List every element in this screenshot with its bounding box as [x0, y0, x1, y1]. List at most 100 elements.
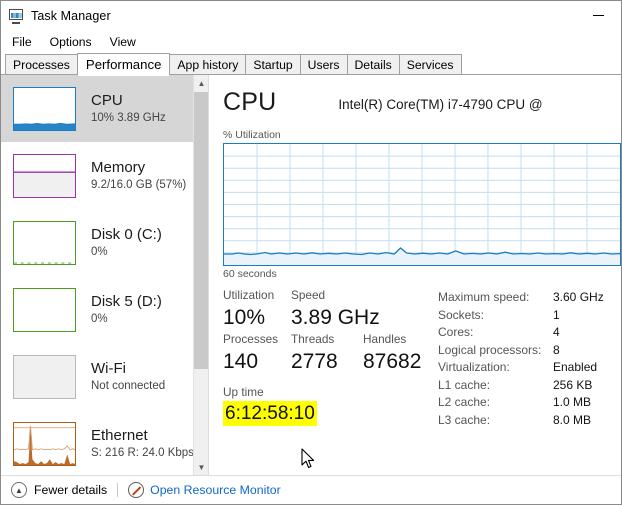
cpu-stats-area: Utilization 10% Speed 3.89 GHz Processes… — [223, 287, 621, 429]
menu-item-file[interactable]: File — [8, 33, 41, 51]
menu-bar: File Options View — [1, 30, 621, 53]
stat-speed: Speed 3.89 GHz — [291, 287, 380, 331]
spec-key-virtualization: Virtualization: — [438, 360, 510, 374]
spec-row-maximum-speed: Maximum speed: 3.60 GHz — [438, 289, 604, 307]
sidebar-item-wifi-title: Wi-Fi — [91, 360, 126, 377]
task-manager-icon — [8, 8, 24, 24]
spec-value-logical-processors: 8 — [553, 342, 560, 357]
open-resource-monitor-link[interactable]: Open Resource Monitor — [150, 483, 281, 497]
sidebar-item-wifi-sub: Not connected — [91, 380, 166, 392]
menu-item-view[interactable]: View — [106, 33, 145, 51]
tab-services[interactable]: Services — [398, 54, 462, 75]
spec-row-sockets: Sockets: 1 — [438, 307, 604, 325]
tab-details[interactable]: Details — [346, 54, 400, 75]
chevron-up-icon[interactable]: ▲ — [11, 482, 27, 498]
graph-y-axis-label: % Utilization — [223, 129, 281, 141]
tab-processes[interactable]: Processes — [5, 54, 78, 75]
stat-threads: Threads 2778 — [291, 331, 363, 375]
sidebar-item-wifi[interactable]: Wi-Fi Not connected — [1, 343, 194, 410]
wifi-mini-graph — [13, 354, 76, 399]
spec-row-virtualization: Virtualization: Enabled — [438, 359, 604, 377]
stats-row-2: Processes 140 Threads 2778 Handles 87682 — [223, 331, 428, 375]
menu-item-options[interactable]: Options — [46, 33, 101, 51]
sidebar-item-cpu-title: CPU — [91, 92, 123, 109]
tab-users[interactable]: Users — [299, 54, 348, 75]
spec-value-l1-cache: 256 KB — [553, 377, 593, 392]
cpu-mini-graph — [13, 86, 76, 131]
stats-row-1: Utilization 10% Speed 3.89 GHz — [223, 287, 428, 331]
sidebar-item-disk-0-text: Disk 0 (C:) 0% — [91, 225, 162, 260]
cpu-utilization-graph — [223, 143, 621, 266]
tab-app-history[interactable]: App history — [169, 54, 247, 75]
sidebar-item-ethernet-1[interactable]: Ethernet S: 216 R: 24.0 Kbps — [1, 410, 194, 475]
disk0-mini-graph — [13, 220, 76, 265]
sidebar-item-disk-0-sub: 0% — [91, 246, 108, 258]
stat-handles-caption: Handles — [363, 332, 407, 346]
stat-utilization: Utilization 10% — [223, 287, 291, 331]
sidebar-item-memory-title: Memory — [91, 159, 146, 176]
spec-value-maximum-speed: 3.60 GHz — [553, 290, 604, 304]
sidebar-item-disk-5[interactable]: Disk 5 (D:) 0% — [1, 276, 194, 343]
uptime-caption: Up time — [223, 385, 264, 399]
title-bar: Task Manager — [1, 1, 621, 30]
sidebar-item-memory[interactable]: Memory 9.2/16.0 GB (57%) — [1, 142, 194, 209]
spec-value-cores: 4 — [553, 325, 560, 339]
spec-key-l3-cache: L3 cache: — [438, 412, 491, 427]
stat-threads-value: 2778 — [291, 350, 338, 373]
spec-row-l3-cache: L3 cache: 8.0 MB — [438, 412, 604, 430]
sidebar-item-disk-5-sub: 0% — [91, 313, 108, 325]
stat-speed-value: 3.89 GHz — [291, 306, 380, 329]
sidebar-item-memory-sub: 9.2/16.0 GB (57%) — [91, 179, 187, 191]
tab-startup[interactable]: Startup — [245, 54, 301, 75]
stat-threads-caption: Threads — [291, 332, 335, 346]
disk5-mini-graph — [13, 287, 76, 332]
ethernet-mini-graph — [13, 421, 76, 466]
spec-key-maximum-speed: Maximum speed: — [438, 290, 530, 304]
uptime-value: 6:12:58:10 — [223, 401, 317, 426]
scrollbar-thumb[interactable] — [194, 92, 208, 369]
spec-row-l1-cache: L1 cache: 256 KB — [438, 377, 604, 395]
sidebar-item-disk-5-title: Disk 5 (D:) — [91, 293, 162, 310]
stat-utilization-value: 10% — [223, 306, 266, 329]
sidebar-scrollbar[interactable]: ▲ ▼ — [193, 75, 208, 475]
task-manager-window: Task Manager File Options View Processes… — [0, 0, 622, 505]
sidebar-item-memory-text: Memory 9.2/16.0 GB (57%) — [91, 158, 186, 193]
cpu-header: CPU Intel(R) Core(TM) i7-4790 CPU @ — [223, 87, 621, 127]
graph-x-axis-label: 60 seconds — [223, 268, 277, 280]
spec-row-logical-processors: Logical processors: 8 — [438, 342, 604, 360]
spec-key-l2-cache: L2 cache: — [438, 395, 491, 409]
stat-speed-caption: Speed — [291, 288, 326, 302]
sidebar-item-disk-0[interactable]: Disk 0 (C:) 0% — [1, 209, 194, 276]
sidebar-item-ethernet-1-title: Ethernet — [91, 427, 148, 444]
stat-processes: Processes 140 — [223, 331, 291, 375]
minimize-button[interactable] — [576, 1, 621, 30]
status-separator — [117, 483, 119, 497]
uptime-block: Up time 6:12:58:10 — [223, 384, 428, 426]
sidebar-item-cpu-text: CPU 10% 3.89 GHz — [91, 91, 166, 126]
sidebar-item-wifi-text: Wi-Fi Not connected — [91, 359, 165, 394]
sidebar-item-disk-5-text: Disk 5 (D:) 0% — [91, 292, 162, 327]
sidebar-item-ethernet-1-sub: S: 216 R: 24.0 Kbps — [91, 447, 194, 459]
sidebar-list: CPU 10% 3.89 GHz Memory 9.2/16.0 GB (57%… — [1, 75, 194, 475]
scroll-down-icon[interactable]: ▼ — [194, 459, 208, 475]
page-title: CPU — [223, 88, 277, 116]
sidebar-item-cpu[interactable]: CPU 10% 3.89 GHz — [1, 75, 194, 142]
spec-value-sockets: 1 — [553, 307, 560, 322]
minimize-icon — [593, 14, 604, 17]
cpu-model-name: Intel(R) Core(TM) i7-4790 CPU @ — [338, 97, 543, 112]
status-bar: ▲ Fewer details Open Resource Monitor — [1, 475, 621, 504]
sidebar-item-cpu-sub: 10% 3.89 GHz — [91, 112, 166, 124]
tab-performance[interactable]: Performance — [76, 53, 171, 76]
spec-row-cores: Cores: 4 — [438, 324, 604, 342]
scroll-up-icon[interactable]: ▲ — [194, 75, 208, 91]
window-controls — [576, 1, 621, 30]
spec-key-l1-cache: L1 cache: — [438, 377, 491, 392]
memory-mini-graph — [13, 153, 76, 198]
cpu-stats-left: Utilization 10% Speed 3.89 GHz Processes… — [223, 287, 428, 429]
stat-handles: Handles 87682 — [363, 331, 421, 375]
spec-key-cores: Cores: — [438, 325, 474, 339]
fewer-details-button[interactable]: Fewer details — [34, 483, 107, 497]
resource-monitor-icon[interactable] — [128, 482, 145, 498]
resource-sidebar: CPU 10% 3.89 GHz Memory 9.2/16.0 GB (57%… — [1, 75, 209, 475]
cpu-spec-list: Maximum speed: 3.60 GHz Sockets: 1 Cores… — [438, 287, 604, 429]
